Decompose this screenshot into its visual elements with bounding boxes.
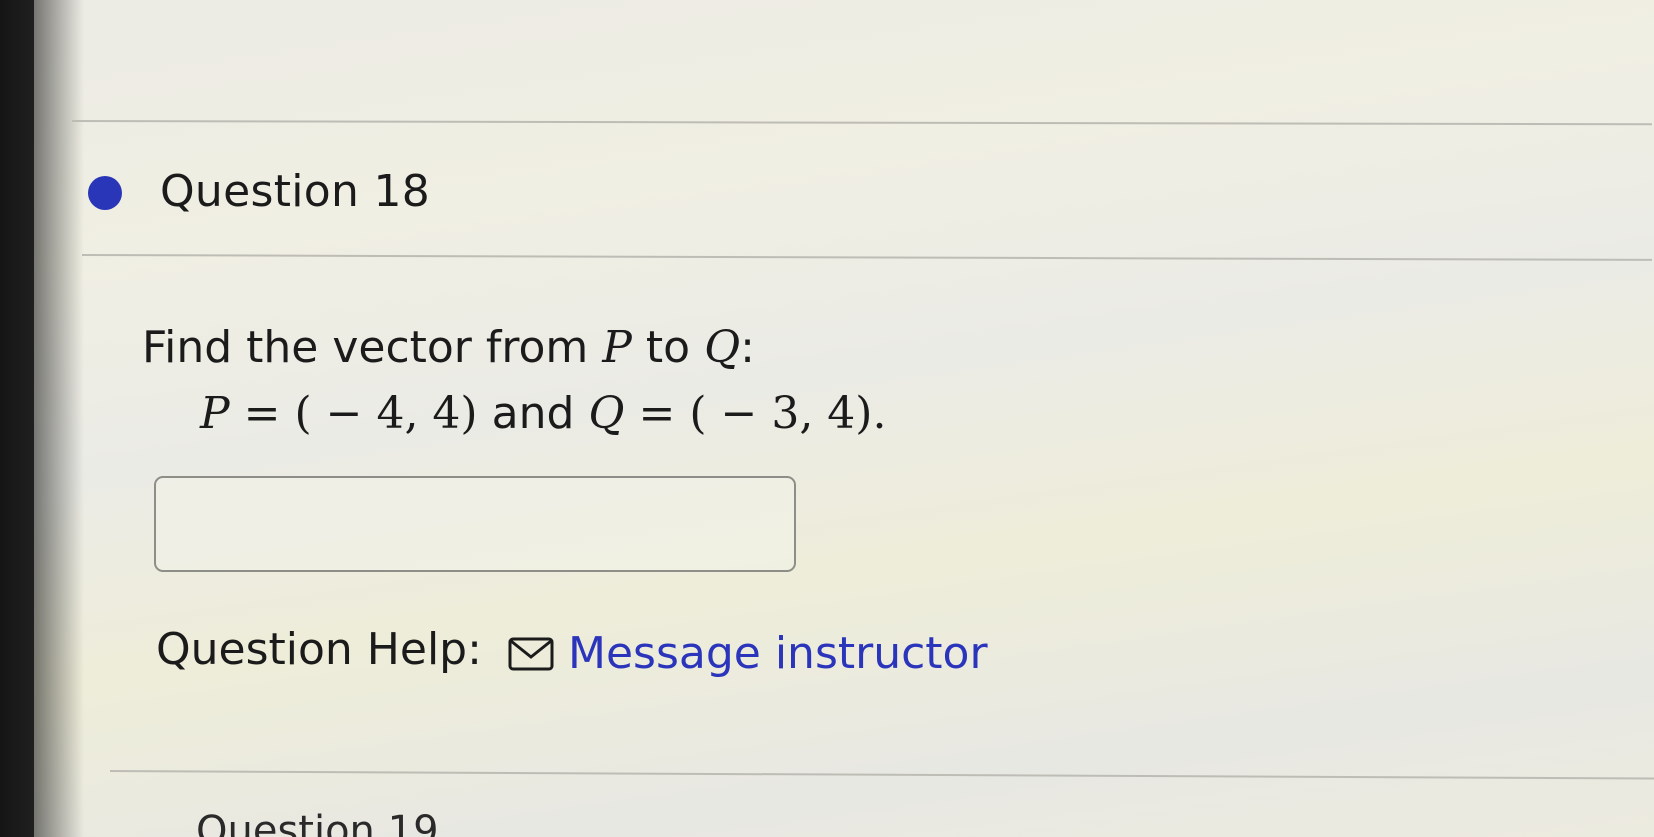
given-points: P = ( − 4, 4) and Q = ( − 3, 4).: [200, 388, 886, 439]
prompt-point-p: P: [602, 322, 632, 373]
given-q-value: = ( − 3, 4).: [638, 388, 887, 439]
prompt-to: to: [645, 322, 691, 373]
question-help-label: Question Help:: [156, 624, 482, 675]
prompt-text: Find the vector from: [142, 322, 589, 373]
message-instructor-link[interactable]: Message instructor: [508, 628, 988, 679]
mail-icon: [508, 637, 554, 670]
given-p-value: = ( − 4, 4): [243, 388, 478, 439]
question-title: Question 18: [160, 166, 431, 217]
prompt-point-q: Q: [704, 322, 741, 373]
message-instructor-label: Message instructor: [568, 628, 988, 679]
next-question-title: Question 19: [196, 808, 439, 837]
given-p-label: P: [200, 388, 230, 439]
question-status-dot: [88, 176, 122, 210]
given-q-label: Q: [588, 388, 625, 439]
given-and: and: [491, 388, 575, 439]
prompt-colon: :: [740, 322, 755, 373]
answer-input[interactable]: [154, 476, 796, 572]
question-prompt: Find the vector from P to Q:: [142, 322, 755, 373]
